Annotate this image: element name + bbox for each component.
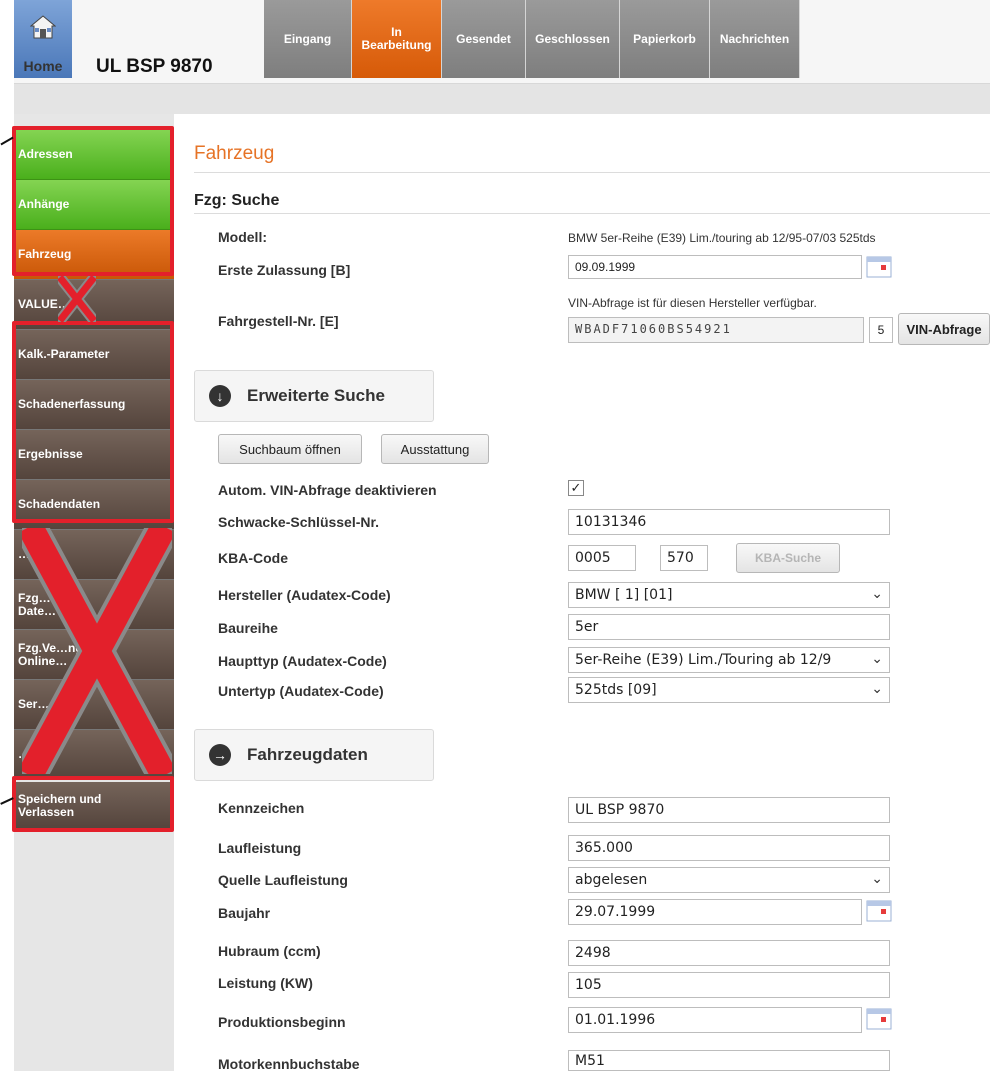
kba-hsn-input[interactable]: 0005 — [568, 545, 636, 571]
untertyp-selected-value: 525tds [09] — [575, 682, 657, 698]
annotation-box-top — [12, 126, 174, 276]
calendar-icon[interactable] — [866, 255, 892, 279]
vin-abfrage-button[interactable]: VIN-Abfrage — [898, 313, 990, 345]
home-icon — [30, 15, 56, 39]
erstzulassung-label: Erste Zulassung [B] — [218, 262, 351, 278]
tab-papierkorb[interactable]: Papierkorb — [620, 0, 710, 78]
quelle-label: Quelle Laufleistung — [218, 872, 348, 888]
home-button[interactable]: Home — [14, 0, 72, 78]
untertyp-label: Untertyp (Audatex-Code) — [218, 683, 384, 699]
autom-vin-label: Autom. VIN-Abfrage deaktivieren — [218, 482, 437, 498]
arrow-down-circle-icon: ↓ — [209, 385, 231, 407]
erstzulassung-input[interactable]: 09.09.1999 — [568, 255, 862, 279]
quelle-selected-value: abgelesen — [575, 872, 648, 888]
annotation-box-middle — [12, 321, 174, 523]
motor-label: Motorkennbuchstabe — [218, 1056, 360, 1072]
tab-geschlossen[interactable]: Geschlossen — [526, 0, 620, 78]
autom-vin-checkbox[interactable]: ✓ — [568, 480, 584, 496]
calendar-icon[interactable] — [866, 1007, 892, 1031]
fahrgestell-label: Fahrgestell-Nr. [E] — [218, 313, 339, 329]
tab-nachrichten[interactable]: Nachrichten — [710, 0, 800, 78]
chevron-down-icon: ⌄ — [871, 681, 883, 697]
modell-label: Modell: — [218, 229, 267, 245]
produktion-input[interactable]: 01.01.1996 — [568, 1007, 862, 1033]
leistung-label: Leistung (KW) — [218, 975, 313, 991]
kba-tsn-input[interactable]: 570 — [660, 545, 708, 571]
laufleistung-label: Laufleistung — [218, 840, 302, 856]
tab-eingang[interactable]: Eingang — [264, 0, 352, 78]
kennzeichen-label: Kennzeichen — [218, 800, 305, 816]
schwacke-input[interactable]: 10131346 — [568, 509, 890, 535]
tab-gesendet[interactable]: Gesendet — [442, 0, 526, 78]
section-title: Fahrzeug — [194, 143, 275, 164]
laufleistung-input[interactable]: 365.000 — [568, 835, 890, 861]
home-label: Home — [23, 58, 63, 74]
kennzeichen-input[interactable]: UL BSP 9870 — [568, 797, 890, 823]
case-title: UL BSP 9870 — [96, 56, 213, 77]
hersteller-select[interactable]: BMW [ 1] [01] ⌄ — [568, 582, 890, 608]
large-x-mark-icon — [22, 528, 172, 774]
kba-label: KBA-Code — [218, 550, 288, 566]
baureihe-input[interactable]: 5er — [568, 614, 890, 640]
haupttyp-selected-value: 5er-Reihe (E39) Lim./Touring ab 12/9 — [575, 652, 832, 668]
leistung-input[interactable]: 105 — [568, 972, 890, 998]
chevron-down-icon: ⌄ — [871, 586, 883, 602]
small-x-mark-icon — [58, 276, 96, 322]
schwacke-label: Schwacke-Schlüssel-Nr. — [218, 514, 380, 530]
divider — [194, 172, 990, 173]
divider — [194, 213, 990, 214]
suchbaum-button[interactable]: Suchbaum öffnen — [218, 434, 362, 464]
hersteller-selected-value: BMW [ 1] [01] — [575, 587, 673, 603]
hubraum-label: Hubraum (ccm) — [218, 943, 321, 959]
arrow-right-circle-icon: → — [209, 744, 231, 766]
motor-input[interactable]: M51 — [568, 1050, 890, 1071]
erweiterte-suche-label: Erweiterte Suche — [247, 386, 385, 405]
chevron-down-icon: ⌄ — [871, 871, 883, 887]
ausstattung-button[interactable]: Ausstattung — [381, 434, 489, 464]
search-title: Fzg: Suche — [194, 192, 280, 209]
kba-suche-button[interactable]: KBA-Suche — [736, 543, 840, 573]
quelle-select[interactable]: abgelesen ⌄ — [568, 867, 890, 893]
untertyp-select[interactable]: 525tds [09] ⌄ — [568, 677, 890, 703]
modell-value: BMW 5er-Reihe (E39) Lim./touring ab 12/9… — [568, 231, 876, 245]
vin-check-digit: 5 — [869, 317, 893, 343]
tab-in-bearbeitung[interactable]: In Bearbeitung — [352, 0, 442, 78]
hersteller-label: Hersteller (Audatex-Code) — [218, 587, 391, 603]
header-spacer — [14, 84, 990, 114]
status-tabs: Eingang In Bearbeitung Gesendet Geschlos… — [264, 0, 800, 78]
haupttyp-label: Haupttyp (Audatex-Code) — [218, 653, 387, 669]
produktion-label: Produktionsbeginn — [218, 1014, 346, 1030]
baureihe-label: Baureihe — [218, 620, 278, 636]
chevron-down-icon: ⌄ — [869, 651, 883, 667]
fahrzeugdaten-label: Fahrzeugdaten — [247, 745, 368, 764]
calendar-icon[interactable] — [866, 899, 892, 923]
hubraum-input[interactable]: 2498 — [568, 940, 890, 966]
vin-hint: VIN-Abfrage ist für diesen Hersteller ve… — [568, 296, 817, 310]
annotation-box-bottom — [12, 776, 174, 832]
haupttyp-select[interactable]: 5er-Reihe (E39) Lim./Touring ab 12/9 ⌄ — [568, 647, 890, 673]
baujahr-label: Baujahr — [218, 905, 271, 921]
erweiterte-suche-button[interactable]: ↓ Erweiterte Suche — [194, 370, 434, 422]
vin-input[interactable]: WBADF71060BS54921 — [568, 317, 864, 343]
baujahr-input[interactable]: 29.07.1999 — [568, 899, 862, 925]
fahrzeugdaten-button[interactable]: → Fahrzeugdaten — [194, 729, 434, 781]
